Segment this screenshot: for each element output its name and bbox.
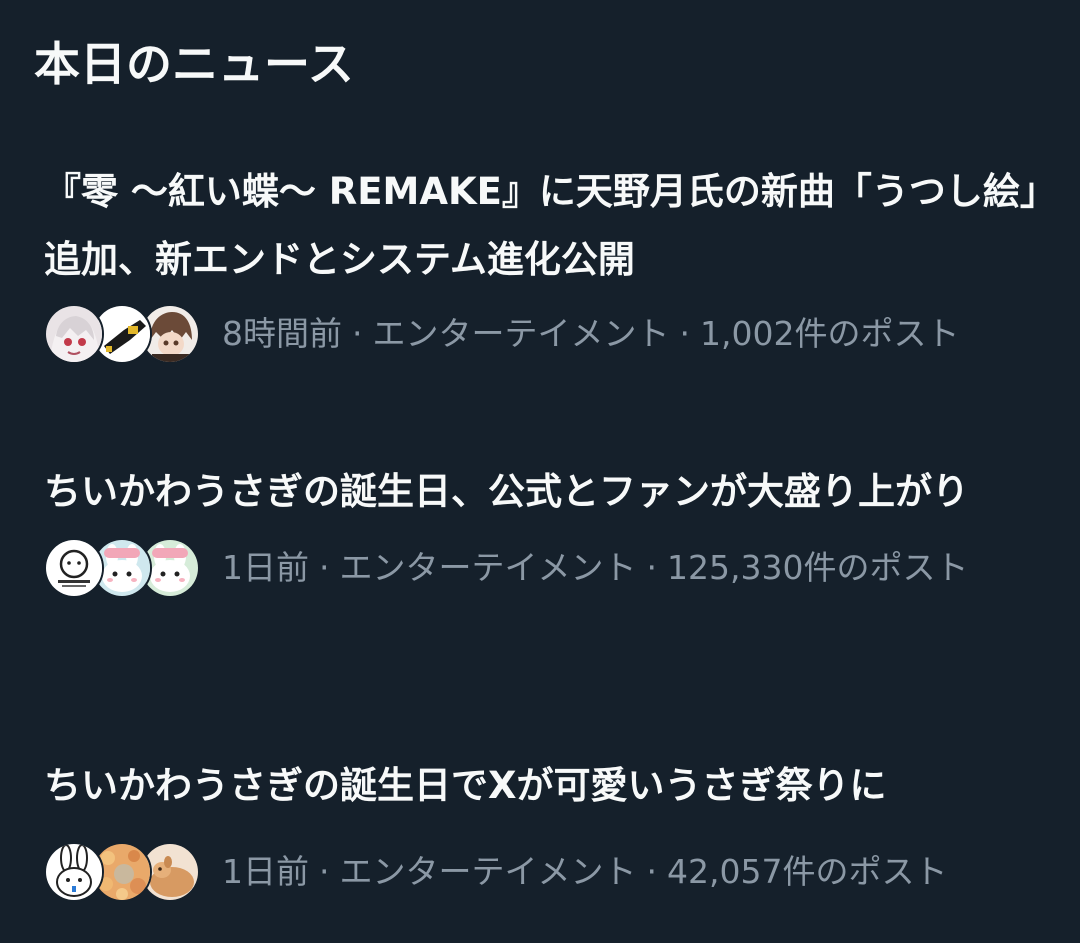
avatar-group [44, 304, 200, 364]
news-time: 1日前 [222, 548, 309, 587]
news-time: 8時間前 [222, 314, 342, 353]
news-panel: 本日のニュース 『零 〜紅い蝶〜 REMAKE』に天野月氏の新曲「うつし絵」追加… [0, 0, 1080, 943]
news-time: 1日前 [222, 852, 309, 891]
news-post-count: 125,330件のポスト [667, 548, 969, 587]
meta-separator: · [319, 548, 330, 587]
news-post-count: 42,057件のポスト [667, 852, 948, 891]
news-meta-text: 1日前 · エンターテイメント · 125,330件のポスト [222, 546, 968, 590]
avatar [44, 538, 104, 598]
meta-separator: · [679, 314, 691, 353]
news-meta: 1日前 · エンターテイメント · 42,057件のポスト [44, 842, 1044, 902]
news-headline[interactable]: ちいかわうさぎの誕生日でXが可愛いうさぎ祭りに [44, 752, 1044, 820]
news-item-2[interactable]: ちいかわうさぎの誕生日、公式とファンが大盛り上がり 1日前 · エンターテイメン… [44, 458, 1044, 598]
section-title: 本日のニュース [34, 37, 354, 91]
news-category: エンターテイメント [372, 314, 670, 353]
avatar [44, 842, 104, 902]
meta-separator: · [352, 314, 363, 353]
news-meta: 1日前 · エンターテイメント · 125,330件のポスト [44, 538, 1044, 598]
news-category: エンターテイメント [339, 548, 637, 587]
news-item-1[interactable]: 『零 〜紅い蝶〜 REMAKE』に天野月氏の新曲「うつし絵」追加、新エンドとシス… [44, 158, 1044, 364]
meta-separator: · [319, 852, 330, 891]
meta-separator: · [646, 548, 658, 587]
avatar-group [44, 538, 200, 598]
news-meta-text: 1日前 · エンターテイメント · 42,057件のポスト [222, 850, 947, 894]
news-post-count: 1,002件のポスト [700, 314, 960, 353]
news-meta-text: 8時間前 · エンターテイメント · 1,002件のポスト [222, 312, 959, 356]
avatar-group [44, 842, 200, 902]
news-headline[interactable]: 『零 〜紅い蝶〜 REMAKE』に天野月氏の新曲「うつし絵」追加、新エンドとシス… [44, 158, 1044, 294]
news-meta: 8時間前 · エンターテイメント · 1,002件のポスト [44, 304, 1044, 364]
news-item-3[interactable]: ちいかわうさぎの誕生日でXが可愛いうさぎ祭りに 1日前 · エンターテイメント … [44, 752, 1044, 902]
news-category: エンターテイメント [339, 852, 637, 891]
meta-separator: · [646, 852, 658, 891]
avatar [44, 304, 104, 364]
news-headline[interactable]: ちいかわうさぎの誕生日、公式とファンが大盛り上がり [44, 458, 1044, 526]
